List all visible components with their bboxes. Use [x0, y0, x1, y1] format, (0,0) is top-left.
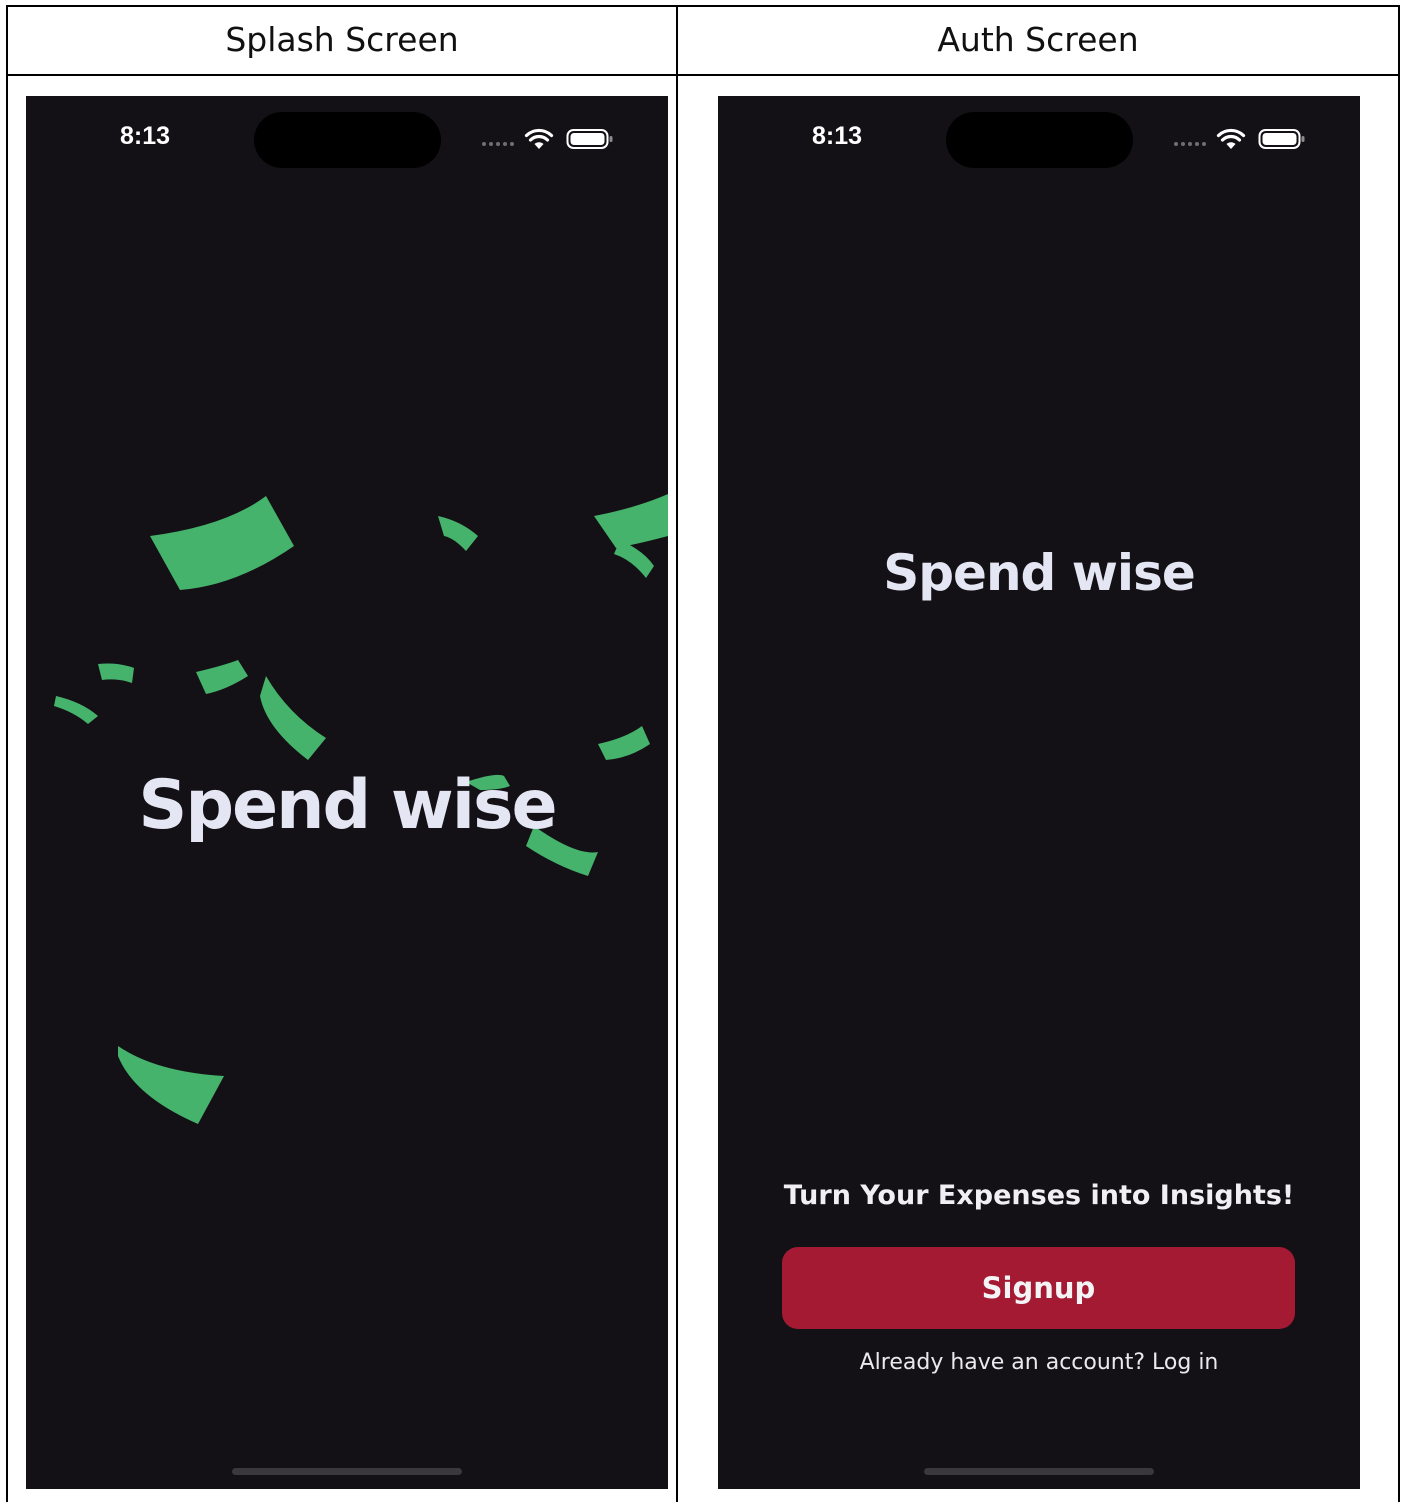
table-border-right	[1398, 5, 1400, 1502]
money-bill	[150, 496, 294, 590]
dynamic-island	[946, 112, 1133, 168]
money-bill	[196, 660, 248, 694]
home-indicator[interactable]	[232, 1468, 462, 1475]
money-bill	[614, 540, 654, 578]
splash-screen: 8:13 Spend wise	[26, 96, 668, 1489]
login-link[interactable]: Already have an account? Log in	[718, 1350, 1360, 1375]
table-column-divider	[676, 5, 678, 1502]
money-bill	[98, 663, 134, 683]
wifi-icon	[1216, 128, 1246, 149]
signup-button[interactable]: Signup	[782, 1247, 1295, 1329]
money-bill	[54, 696, 98, 724]
money-bill	[118, 1046, 224, 1124]
battery-icon	[1258, 129, 1305, 149]
tagline: Turn Your Expenses into Insights!	[783, 1180, 1295, 1211]
status-time: 8:13	[812, 122, 863, 150]
cellular-signal-icon	[1174, 142, 1208, 146]
money-bill	[438, 516, 478, 551]
table-border-left	[6, 5, 8, 1502]
app-title: Spend wise	[883, 544, 1196, 602]
auth-screen: 8:13 Spend wise Turn Your Expenses into …	[718, 96, 1360, 1489]
money-bill	[594, 494, 668, 548]
header-splash-screen: Splash Screen	[225, 20, 459, 59]
money-bill	[598, 726, 650, 760]
money-bill	[260, 676, 326, 760]
table-header-divider	[6, 74, 1400, 76]
header-auth-screen: Auth Screen	[937, 20, 1139, 59]
app-title: Spend wise	[138, 766, 557, 845]
home-indicator[interactable]	[924, 1468, 1154, 1475]
